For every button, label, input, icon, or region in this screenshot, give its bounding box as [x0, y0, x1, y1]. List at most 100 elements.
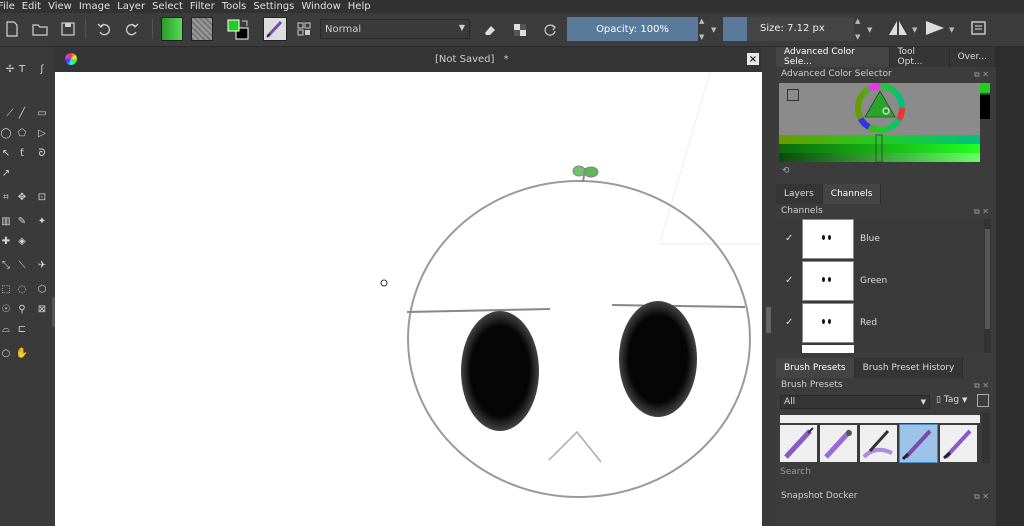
channels-scrollbar[interactable]: [984, 219, 991, 353]
menu-view[interactable]: View: [48, 0, 79, 13]
menu-tools[interactable]: Tools: [222, 0, 254, 13]
calligraphy-icon[interactable]: ʃ: [34, 61, 50, 77]
tag-button[interactable]: ▯ Tag ▼: [936, 395, 974, 409]
brush-preset-button[interactable]: [263, 17, 287, 41]
zoom-icon[interactable]: ○: [0, 345, 14, 361]
gradient-icon[interactable]: ▥: [0, 213, 14, 229]
color-history-icon[interactable]: ⟲: [782, 166, 790, 176]
workspace-icon[interactable]: [295, 18, 313, 40]
reload-preset-icon[interactable]: [542, 19, 558, 41]
tab-overview[interactable]: Over...: [949, 47, 996, 67]
rect-select-icon[interactable]: ⬚: [0, 281, 14, 297]
chevron-down-icon[interactable]: ▼: [711, 26, 720, 34]
check-icon[interactable]: ✓: [785, 317, 793, 328]
text-icon[interactable]: T: [14, 61, 30, 77]
canvas-scrollbar[interactable]: [762, 47, 776, 526]
crop-icon[interactable]: ⌗: [0, 189, 14, 205]
brush-preset-item-selected[interactable]: [899, 424, 938, 463]
check-icon[interactable]: ✓: [785, 275, 793, 286]
size-slider[interactable]: Size: 7.12 px: [723, 17, 854, 41]
brush-search-input[interactable]: Search: [780, 467, 984, 481]
bezier-select-icon[interactable]: ⌓: [0, 321, 14, 337]
freehand-select-icon[interactable]: ☉: [0, 301, 14, 317]
brush-preset-item[interactable]: [780, 425, 817, 462]
brush-preset-item[interactable]: [940, 425, 977, 462]
opacity-slider[interactable]: Opacity: 100%: [567, 17, 698, 41]
freehand-path-icon[interactable]: ƭ: [14, 145, 30, 161]
check-icon[interactable]: ✓: [785, 233, 793, 244]
open-folder-icon[interactable]: [32, 18, 48, 40]
undo-icon[interactable]: [96, 18, 112, 40]
list-item[interactable]: ✓ Blue: [780, 219, 980, 259]
close-icon[interactable]: ×: [747, 53, 759, 65]
crop-tool-icon[interactable]: ⊡: [34, 189, 50, 205]
tab-brush-preset-history[interactable]: Brush Preset History: [854, 358, 964, 378]
eyedropper-icon[interactable]: ✎: [14, 213, 30, 229]
advanced-color-selector[interactable]: [779, 83, 980, 162]
float-close-icon[interactable]: ⧉ ✕: [974, 68, 989, 81]
blend-mode-select[interactable]: Normal ▼: [320, 19, 470, 39]
save-icon[interactable]: [60, 18, 76, 40]
menu-filter[interactable]: Filter: [190, 0, 222, 13]
assistant-icon[interactable]: ⤡: [0, 257, 14, 273]
line-icon[interactable]: ╱: [14, 105, 30, 121]
mirror-vertical-icon[interactable]: [922, 17, 948, 39]
scrollbar-handle[interactable]: [766, 307, 771, 333]
mirror-horizontal-icon[interactable]: [885, 17, 911, 39]
tab-tool-options[interactable]: Tool Opt...: [889, 47, 950, 67]
measure-icon[interactable]: ⟍: [14, 257, 30, 273]
brush-preset-item[interactable]: [820, 425, 857, 462]
chevron-down-icon[interactable]: ▼: [912, 26, 921, 34]
similar-select-icon[interactable]: ⊠: [34, 301, 50, 317]
tab-brush-presets[interactable]: Brush Presets: [776, 358, 855, 378]
preserve-alpha-icon[interactable]: [512, 19, 528, 41]
size-spin[interactable]: ▲ ▼: [855, 17, 864, 41]
menu-file[interactable]: File: [0, 0, 22, 13]
float-close-icon[interactable]: ⧉ ✕: [974, 205, 989, 218]
ellipse-icon[interactable]: ◯: [0, 125, 14, 141]
redo-icon[interactable]: [124, 18, 140, 40]
color-swatches[interactable]: [226, 18, 250, 40]
magic-wand-icon[interactable]: ⚲: [14, 301, 30, 317]
rectangle-icon[interactable]: ▭: [34, 105, 50, 121]
float-close-icon[interactable]: ⧉ ✕: [974, 490, 989, 503]
magnetic-select-icon[interactable]: ⊏: [14, 321, 30, 337]
float-close-icon[interactable]: ⧉ ✕: [974, 379, 989, 392]
list-item[interactable]: ✓ Green: [780, 261, 980, 301]
list-item[interactable]: ✓ Red: [780, 303, 980, 343]
menu-edit[interactable]: Edit: [22, 0, 48, 13]
brush-preset-item[interactable]: [860, 425, 897, 462]
brush-scrollbar[interactable]: [982, 413, 990, 463]
fill-bucket-icon[interactable]: ◈: [14, 233, 30, 249]
ellipse-select-icon[interactable]: ◌: [14, 281, 30, 297]
reference-icon[interactable]: ✈: [34, 257, 50, 273]
menu-layer[interactable]: Layer: [117, 0, 152, 13]
eraser-mode-icon[interactable]: [482, 19, 498, 41]
menu-help[interactable]: Help: [348, 0, 378, 13]
tab-advanced-color-selector[interactable]: Advanced Color Sele...: [776, 47, 890, 67]
polygon-icon[interactable]: ⬠: [14, 125, 30, 141]
menu-settings[interactable]: Settings: [253, 0, 301, 13]
tab-channels[interactable]: Channels: [822, 184, 882, 204]
pattern-preset-button[interactable]: [191, 17, 213, 41]
gradient-preset-button[interactable]: [161, 17, 183, 41]
tab-layers[interactable]: Layers: [776, 184, 823, 204]
menu-image[interactable]: Image: [79, 0, 117, 13]
new-document-icon[interactable]: [4, 18, 20, 40]
dynamic-brush-icon[interactable]: ᘐ: [34, 145, 50, 161]
smart-patch-icon[interactable]: ✦: [34, 213, 50, 229]
drawing-canvas[interactable]: [55, 72, 762, 526]
menu-select[interactable]: Select: [152, 0, 190, 13]
fill-icon[interactable]: ✚: [0, 233, 14, 249]
bezier-icon[interactable]: ↖: [0, 145, 14, 161]
opacity-spin[interactable]: ▲ ▼: [699, 17, 708, 41]
chevron-down-icon[interactable]: ▼: [949, 26, 958, 34]
polygon-select-icon[interactable]: ⬡: [34, 281, 50, 297]
pan-icon[interactable]: ✋: [14, 345, 30, 361]
polyline-icon[interactable]: ▷: [34, 125, 50, 141]
multibrush-icon[interactable]: ↗: [0, 165, 14, 181]
move-icon[interactable]: ✥: [14, 189, 30, 205]
wrap-around-icon[interactable]: [966, 17, 992, 39]
chevron-down-icon[interactable]: ▼: [867, 26, 876, 34]
menu-window[interactable]: Window: [301, 0, 347, 13]
